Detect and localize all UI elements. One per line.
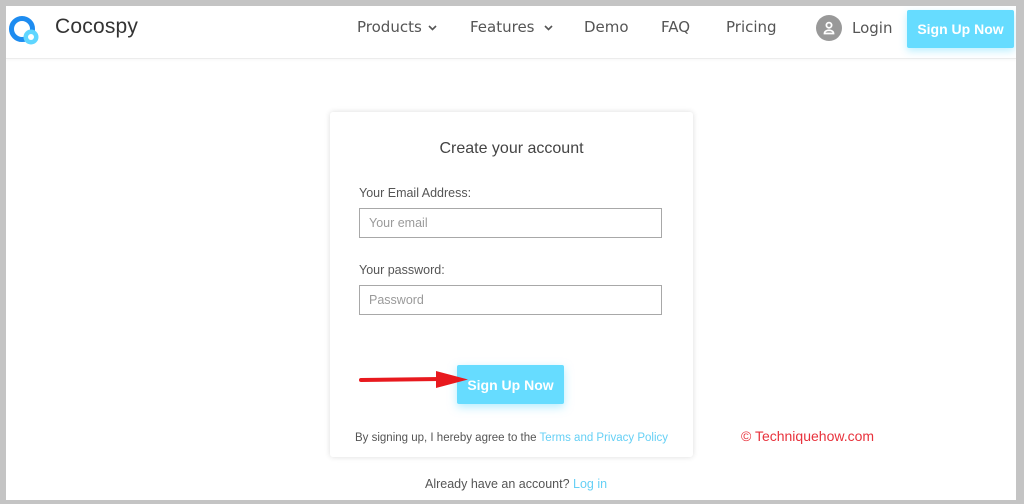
email-input[interactable] bbox=[359, 208, 662, 238]
chevron-down-icon bbox=[543, 24, 553, 31]
password-label: Your password: bbox=[359, 263, 445, 277]
terms-link[interactable]: Terms and Privacy Policy bbox=[540, 432, 668, 444]
login-label: Login bbox=[852, 19, 893, 37]
form-title: Create your account bbox=[439, 140, 584, 157]
watermark-text: © Techniquehow.com bbox=[741, 428, 875, 444]
log-in-link[interactable]: Log in bbox=[573, 477, 607, 491]
email-label: Your Email Address: bbox=[359, 186, 472, 200]
login-link[interactable]: Login bbox=[816, 14, 892, 42]
nav-products-label: Products bbox=[357, 18, 422, 36]
nav-demo[interactable]: Demo bbox=[584, 18, 629, 36]
terms-text: By signing up, I hereby agree to the Ter… bbox=[330, 432, 693, 444]
user-icon bbox=[816, 15, 842, 41]
red-arrow-annotation-icon bbox=[359, 371, 468, 388]
already-text: Already have an account? bbox=[425, 477, 574, 491]
terms-prefix: By signing up, I hereby agree to the bbox=[354, 432, 540, 444]
brand-name[interactable]: Cocospy bbox=[55, 15, 138, 39]
nav-features[interactable]: Features bbox=[470, 18, 553, 36]
nav-products[interactable]: Products bbox=[357, 18, 437, 36]
already-have-account: Already have an account? Log in bbox=[425, 477, 607, 491]
cocospy-logo-icon[interactable] bbox=[8, 14, 42, 48]
browser-page: Cocospy Products Features Demo FAQ Prici… bbox=[6, 6, 1016, 500]
nav-features-label: Features bbox=[470, 18, 535, 36]
header-sign-up-button[interactable]: Sign Up Now bbox=[907, 10, 1014, 48]
password-input[interactable] bbox=[359, 285, 662, 315]
chevron-down-icon bbox=[428, 24, 437, 31]
nav-faq[interactable]: FAQ bbox=[661, 18, 690, 36]
signup-card: Create your account Your Email Address: … bbox=[330, 112, 693, 457]
site-header: Cocospy Products Features Demo FAQ Prici… bbox=[6, 6, 1016, 59]
nav-pricing[interactable]: Pricing bbox=[726, 18, 777, 36]
sign-up-submit-button[interactable]: Sign Up Now bbox=[457, 365, 564, 404]
